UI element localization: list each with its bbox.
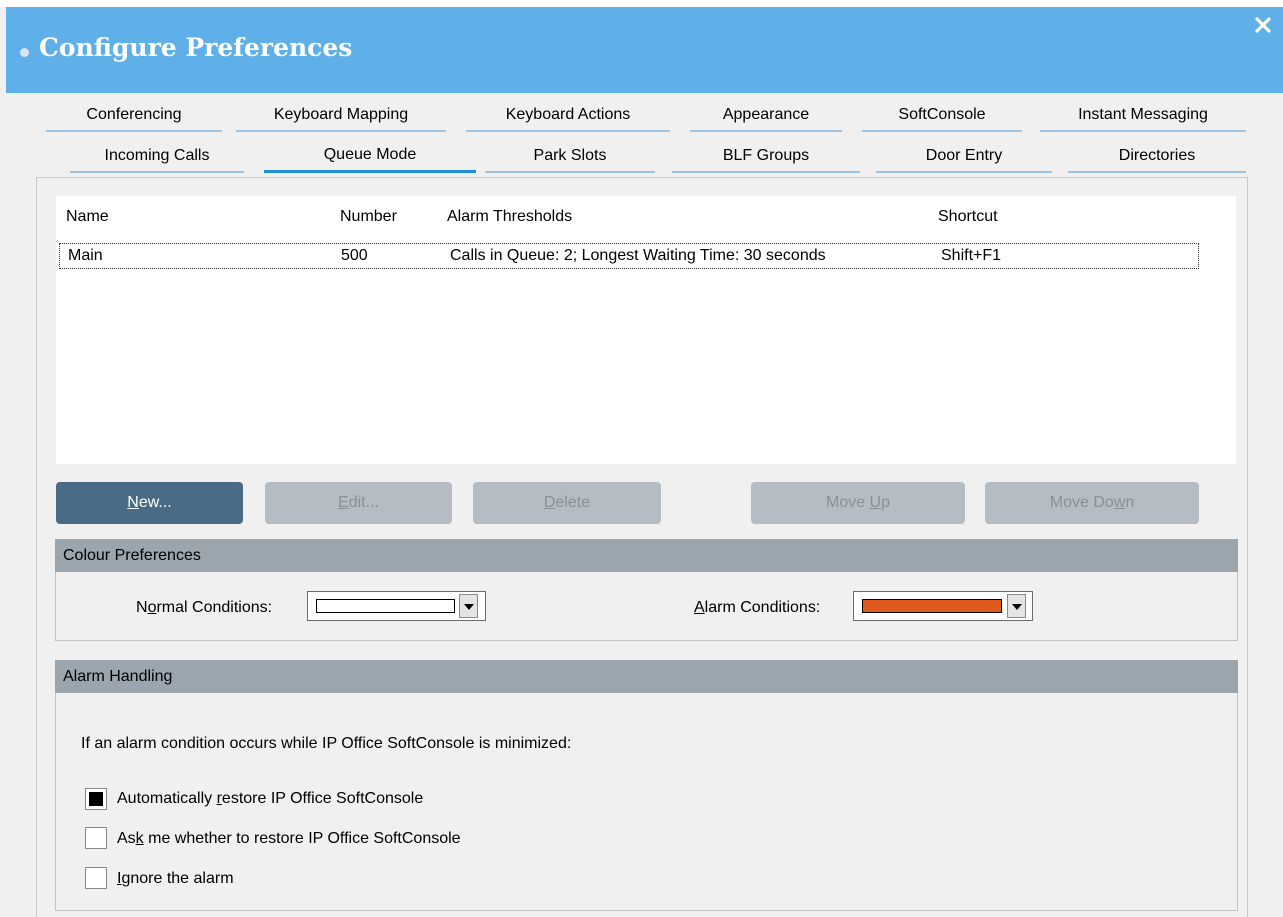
ignore-alarm-label[interactable]: Ignore the alarm [117,870,234,888]
move-down-label-post: n [1125,494,1135,511]
delete-button-label-post: elete [555,494,591,511]
alarm-handling-header: Alarm Handling [55,660,1238,693]
title-bullet-icon [20,48,29,57]
move-up-button[interactable]: Move Up [751,482,965,524]
move-down-button[interactable]: Move Down [985,482,1199,524]
new-button[interactable]: New... [56,482,243,524]
automatically-restore-label[interactable]: Automatically restore IP Office SoftCons… [117,790,423,808]
tab-instant-messaging[interactable]: Instant Messaging [1040,100,1246,132]
tab-keyboard-mapping[interactable]: Keyboard Mapping [236,100,446,132]
chevron-down-icon[interactable] [1007,594,1026,618]
normal-label-pre: N [136,599,148,616]
move-up-label-post: p [881,494,891,511]
chevron-down-icon[interactable] [459,594,478,618]
colour-preferences-header: Colour Preferences [55,539,1238,572]
cell-shortcut: Shift+F1 [941,247,1002,264]
opt2-post: gnore the alarm [121,870,234,887]
tab-incoming-calls[interactable]: Incoming Calls [70,141,244,173]
alarm-colour-swatch [862,599,1002,613]
tab-conferencing[interactable]: Conferencing [46,100,222,132]
normal-conditions-label: Normal Conditions: [136,599,272,617]
opt1-post: me whether to restore IP Office SoftCons… [143,830,461,847]
top-strip [0,0,1283,7]
move-down-accel: w [1113,494,1126,511]
column-header-shortcut[interactable]: Shortcut [938,208,998,226]
edit-button-label-post: dit... [348,494,379,511]
opt1-pre: As [117,830,136,847]
ask-restore-label[interactable]: Ask me whether to restore IP Office Soft… [117,830,461,848]
column-header-name[interactable]: Name [66,208,109,226]
window-title: Configure Preferences [39,33,353,62]
move-down-label-pre: Move Do [1049,494,1114,511]
move-up-label-pre: Move [825,494,870,511]
tab-queue-mode[interactable]: Queue Mode [264,140,476,173]
queue-list[interactable] [56,196,1236,464]
opt0-pre: Automatically [117,790,217,807]
automatically-restore-checkbox[interactable] [85,788,107,810]
normal-colour-swatch [316,599,455,613]
edit-button[interactable]: Edit... [265,482,452,524]
normal-label-post: rmal Conditions: [156,599,273,616]
new-button-accel: N [127,494,139,511]
normal-conditions-colour-select[interactable] [307,591,486,621]
delete-button[interactable]: Delete [473,482,661,524]
column-header-number[interactable]: Number [340,208,397,226]
column-header-alarm-thresholds[interactable]: Alarm Thresholds [447,208,572,226]
title-bar: Configure Preferences [6,7,1283,93]
alarm-label-post: larm Conditions: [704,599,821,616]
alarm-conditions-label: Alarm Conditions: [694,599,820,617]
tab-appearance[interactable]: Appearance [690,100,842,132]
ask-restore-checkbox[interactable] [85,827,107,849]
ignore-alarm-checkbox[interactable] [85,867,107,889]
cell-name: Main [68,247,103,264]
cell-alarm-thresholds: Calls in Queue: 2; Longest Waiting Time:… [450,247,826,264]
new-button-label-post: ew... [138,494,172,511]
alarm-conditions-colour-select[interactable] [853,591,1033,621]
alarm-label-accel: A [694,599,705,616]
tab-softconsole[interactable]: SoftConsole [862,100,1022,132]
tab-blf-groups[interactable]: BLF Groups [672,141,860,173]
move-up-accel: U [869,494,882,511]
tab-keyboard-actions[interactable]: Keyboard Actions [466,100,670,132]
close-icon[interactable] [1250,12,1276,38]
opt1-accel: k [135,830,144,847]
alarm-handling-description: If an alarm condition occurs while IP Of… [81,735,572,752]
edit-button-accel: E [338,494,349,511]
tab-directories[interactable]: Directories [1068,141,1246,173]
opt0-post: estore IP Office SoftConsole [221,790,424,807]
delete-button-accel: D [543,494,556,511]
tab-door-entry[interactable]: Door Entry [876,141,1052,173]
tab-park-slots[interactable]: Park Slots [485,141,655,173]
cell-number: 500 [341,247,368,264]
